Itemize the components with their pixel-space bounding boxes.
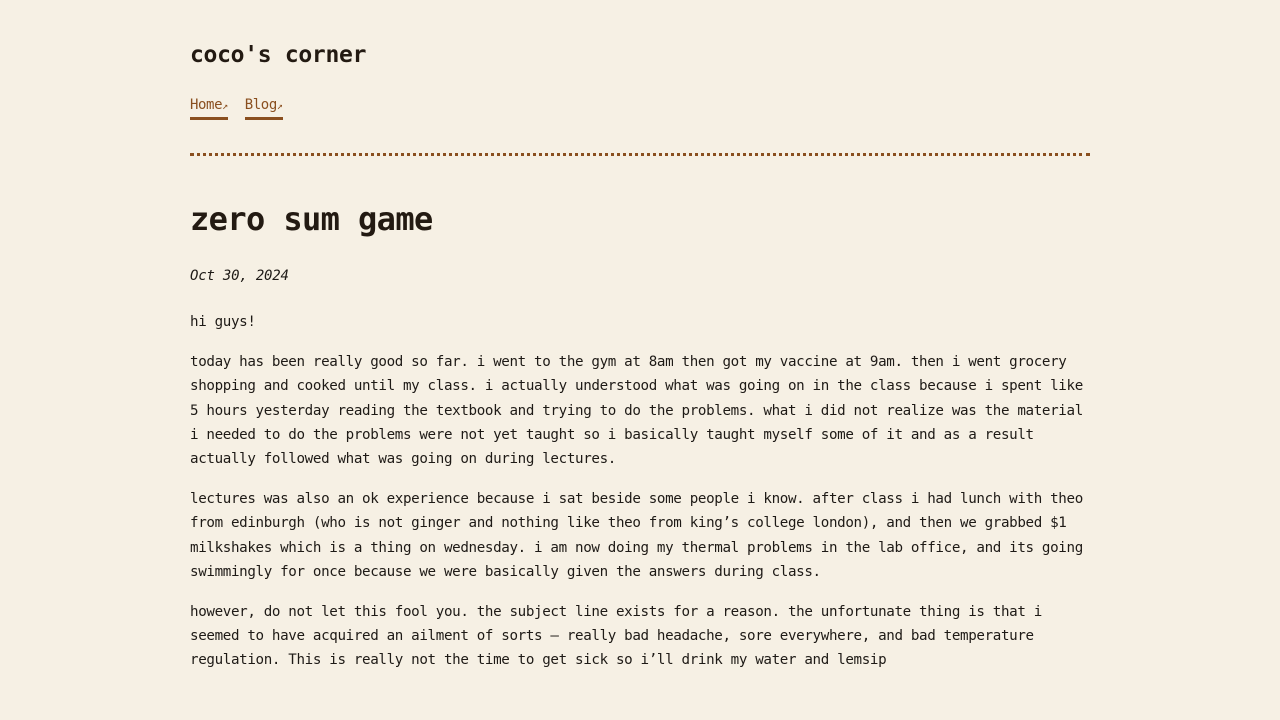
post-paragraph: lectures was also an ok experience becau…: [190, 491, 1083, 580]
post-date: Oct 30, 2024: [190, 268, 289, 284]
post-paragraph: today has been really good so far. i wen…: [190, 354, 1083, 468]
post-paragraph: hi guys!: [190, 314, 256, 330]
nav-link-home-label: Home: [190, 97, 223, 113]
nav-link-blog[interactable]: Blog↗: [244, 96, 283, 120]
post-paragraph: however, do not let this fool you. the s…: [190, 604, 1042, 669]
post-title: zero sum game: [190, 200, 433, 238]
nav-link-blog-label: Blog: [244, 97, 278, 113]
post-body: hi guys! today has been really good so f…: [190, 310, 1090, 689]
main-nav: Home↗ Blog↗: [190, 96, 283, 120]
site-title[interactable]: coco's corner: [190, 42, 366, 68]
header-divider: [190, 153, 1090, 156]
external-link-icon: ↗: [276, 101, 283, 112]
nav-link-home[interactable]: Home↗: [190, 96, 228, 120]
external-link-icon: ↗: [222, 101, 228, 112]
